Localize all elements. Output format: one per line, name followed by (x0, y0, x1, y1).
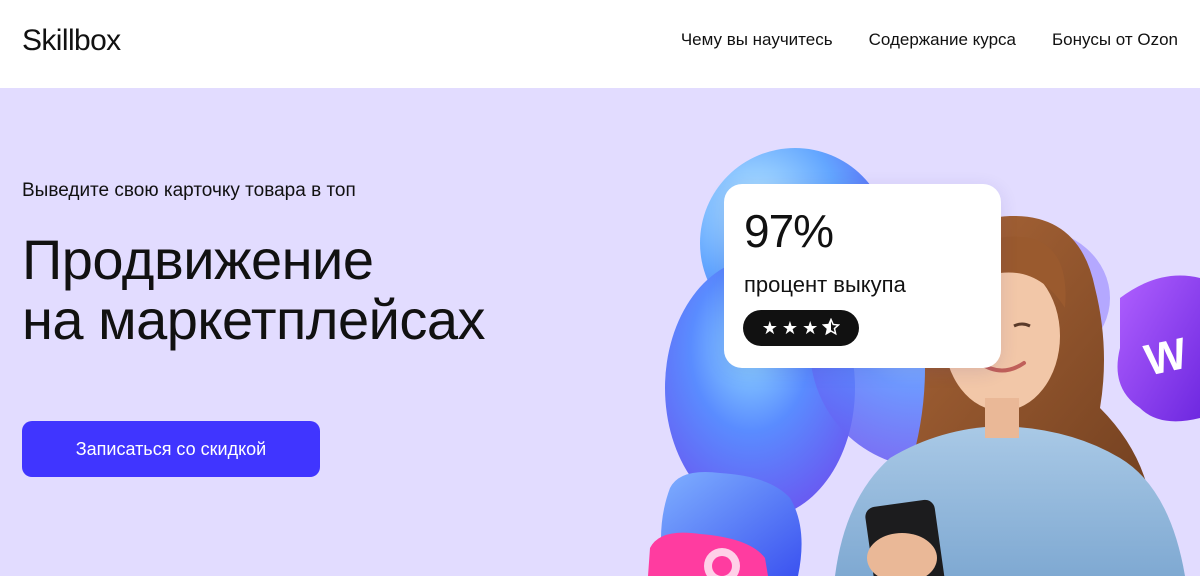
star-icon: ★ (781, 318, 799, 338)
rating-badge: ★ ★ ★ (743, 310, 859, 346)
signup-discount-button[interactable]: Записаться со скидкой (22, 421, 320, 477)
site-header: Skillbox Чему вы научитесь Содержание ку… (0, 0, 1200, 88)
stat-value: 97% (744, 205, 834, 257)
hero-title-line-1: Продвижение (22, 228, 374, 291)
purple-pillow: W (1117, 275, 1200, 422)
nav-item-ozon-bonuses[interactable]: Бонусы от Ozon (1052, 30, 1178, 50)
half-star-svg (821, 317, 841, 335)
star-icon: ★ (761, 318, 778, 338)
stat-label: процент выкупа (744, 272, 906, 297)
star-icon: ★ (802, 318, 819, 338)
nav-item-course-content[interactable]: Содержание курса (869, 30, 1016, 50)
nav-item-learn[interactable]: Чему вы научитесь (681, 30, 833, 50)
main-nav: Чему вы научитесь Содержание курса Бонус… (681, 30, 1178, 50)
half-star-icon (821, 317, 841, 339)
skillbox-logo[interactable]: Skillbox (22, 24, 121, 58)
hero-eyebrow: Выведите свою карточку товара в топ (22, 180, 356, 201)
hero-section: Выведите свою карточку товара в топ Прод… (0, 88, 1200, 576)
hero-title: Продвижение на маркетплейсах (22, 228, 486, 351)
hero-title-line-2: на маркетплейсах (22, 288, 486, 351)
